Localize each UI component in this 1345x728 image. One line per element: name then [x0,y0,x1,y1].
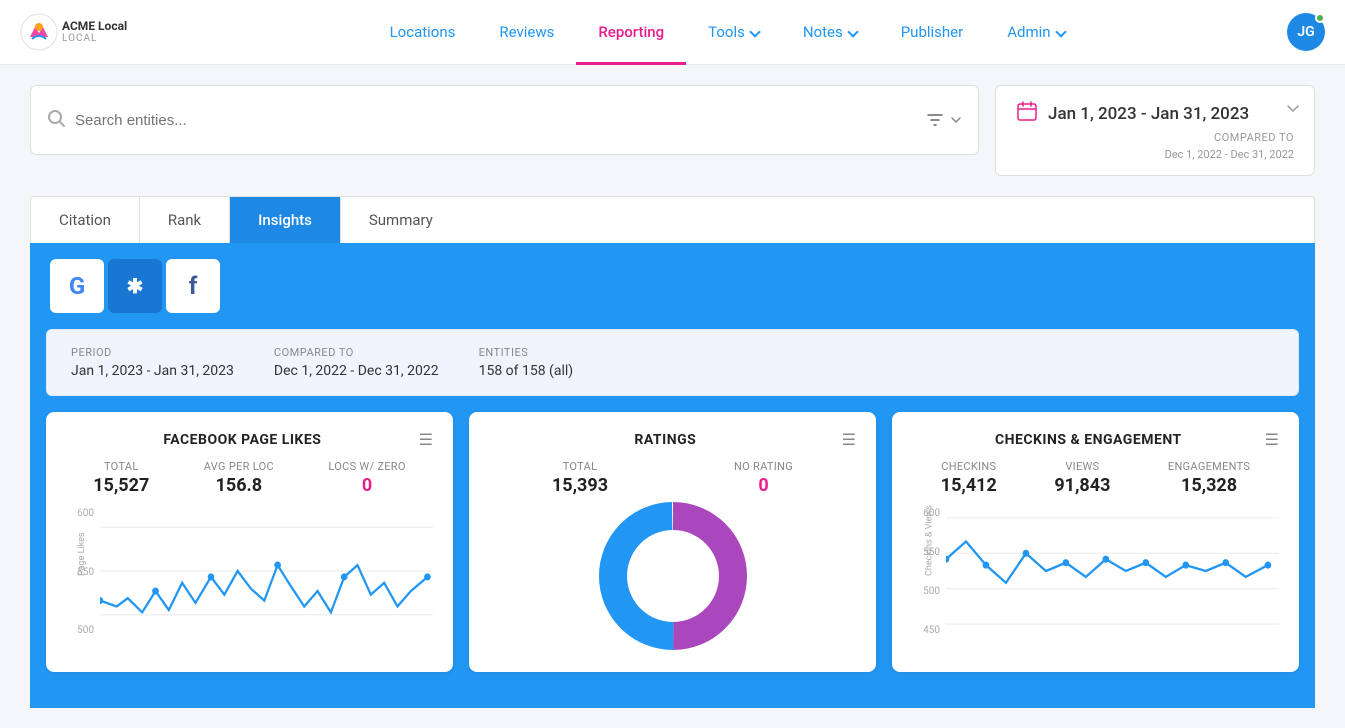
nav-publisher[interactable]: Publisher [879,0,986,65]
search-input[interactable] [75,112,926,129]
source-tab-yelp[interactable]: ✱ [108,259,162,313]
stat-checkins: CHECKINS 15,412 [941,460,997,496]
ratings-donut-chart [489,506,856,646]
stat-avg-per-loc: AVG PER LOC 156.8 [204,460,274,496]
avatar-status-dot [1315,13,1325,23]
info-entities: ENTITIES 158 of 158 (all) [479,346,574,379]
compared-to-label: COMPARED TO [1214,131,1294,144]
card1-stats: TOTAL 15,527 AVG PER LOC 156.8 LOCS W/ Z… [66,460,433,496]
nav-admin[interactable]: Admin [985,0,1086,65]
tools-dropdown-arrow [749,26,760,37]
facebook-icon: f [189,272,198,300]
date-main: Jan 1, 2023 - Jan 31, 2023 [1016,100,1294,127]
source-tabs: G ✱ f [30,243,1315,313]
card3-stats: CHECKINS 15,412 VIEWS 91,843 ENGAGEMENTS… [912,460,1279,496]
filter-icon [926,111,944,129]
y-axis-label-likes: Page Likes [77,532,87,576]
source-tab-facebook[interactable]: f [166,259,220,313]
entities-value: 158 of 158 (all) [479,363,574,379]
filter-button[interactable] [926,111,962,129]
stat-no-rating: NO RATING 0 [734,460,793,496]
card1-menu[interactable]: ☰ [419,432,433,448]
card3-menu[interactable]: ☰ [1265,432,1279,448]
checkins-engagement-card: ☰ CHECKINS & ENGAGEMENT CHECKINS 15,412 … [892,412,1299,672]
stat-engagements: ENGAGEMENTS 15,328 [1168,460,1250,496]
notes-dropdown-arrow [847,26,858,37]
card2-title: RATINGS [489,432,856,448]
search-date-row: Jan 1, 2023 - Jan 31, 2023 COMPARED TO D… [30,85,1315,176]
card2-menu[interactable]: ☰ [842,432,856,448]
y-axis-label-checkins: Checkins & Views [924,505,934,576]
chevron-down-icon [950,114,962,126]
date-range-secondary: Dec 1, 2022 - Dec 31, 2022 [1165,148,1294,161]
nav-reporting[interactable]: Reporting [576,0,686,65]
tab-citation[interactable]: Citation [31,197,140,243]
source-tab-google[interactable]: G [50,259,104,313]
date-expand-button[interactable] [1286,100,1300,119]
card3-title: CHECKINS & ENGAGEMENT [912,432,1279,448]
logo[interactable]: ACME Local LOCAL [20,13,127,51]
entities-label: ENTITIES [479,346,574,359]
main-nav: Locations Reviews Reporting Tools Notes … [167,0,1287,65]
nav-notes[interactable]: Notes [781,0,879,65]
tab-insights[interactable]: Insights [230,197,341,243]
cards-row: ☰ FACEBOOK PAGE LIKES TOTAL 15,527 AVG P… [30,396,1315,688]
date-range-box: Jan 1, 2023 - Jan 31, 2023 COMPARED TO D… [995,85,1315,176]
search-icon [47,109,65,132]
nav-reviews[interactable]: Reviews [477,0,576,65]
info-period: PERIOD Jan 1, 2023 - Jan 31, 2023 [71,346,234,379]
stat-locs-zero: LOCS W/ ZERO 0 [328,460,405,496]
active-underline [576,62,686,65]
facebook-page-likes-card: ☰ FACEBOOK PAGE LIKES TOTAL 15,527 AVG P… [46,412,453,672]
nav-locations[interactable]: Locations [368,0,478,65]
stat-ratings-total: TOTAL 15,393 [552,460,608,496]
checkins-chart: 600 550 500 450 [912,506,1279,636]
compared-to-label2: COMPARED TO [274,346,439,359]
brand-name: ACME Local [62,20,127,33]
yelp-icon: ✱ [127,274,144,298]
google-icon: G [69,272,85,300]
calendar-icon [1016,100,1038,127]
page-likes-chart: 600 550 500 [66,506,433,636]
period-label: PERIOD [71,346,234,359]
card1-title: FACEBOOK PAGE LIKES [66,432,433,448]
stat-views: VIEWS 91,843 [1054,460,1110,496]
user-avatar[interactable]: JG [1287,13,1325,51]
info-strip: PERIOD Jan 1, 2023 - Jan 31, 2023 COMPAR… [46,329,1299,396]
info-compared-to: COMPARED TO Dec 1, 2022 - Dec 31, 2022 [274,346,439,379]
report-tabs: Citation Rank Insights Summary [30,196,1315,243]
stat-total: TOTAL 15,527 [93,460,149,496]
date-range-primary: Jan 1, 2023 - Jan 31, 2023 [1048,104,1249,124]
tab-rank[interactable]: Rank [140,197,230,243]
period-value: Jan 1, 2023 - Jan 31, 2023 [71,363,234,379]
ratings-card: ☰ RATINGS TOTAL 15,393 NO RATING 0 [469,412,876,672]
card2-stats: TOTAL 15,393 NO RATING 0 [489,460,856,496]
compared-to-value: Dec 1, 2022 - Dec 31, 2022 [274,363,439,379]
main-content: Jan 1, 2023 - Jan 31, 2023 COMPARED TO D… [0,65,1345,728]
admin-dropdown-arrow [1055,26,1066,37]
brand-sub: LOCAL [62,33,127,44]
logo-icon [20,13,58,51]
search-box [30,85,979,155]
tab-summary[interactable]: Summary [341,197,461,243]
header: ACME Local LOCAL Locations Reviews Repor… [0,0,1345,65]
insights-section: G ✱ f PERIOD Jan 1, 2023 - Jan 31, 2023 … [30,243,1315,708]
nav-tools[interactable]: Tools [686,0,781,65]
